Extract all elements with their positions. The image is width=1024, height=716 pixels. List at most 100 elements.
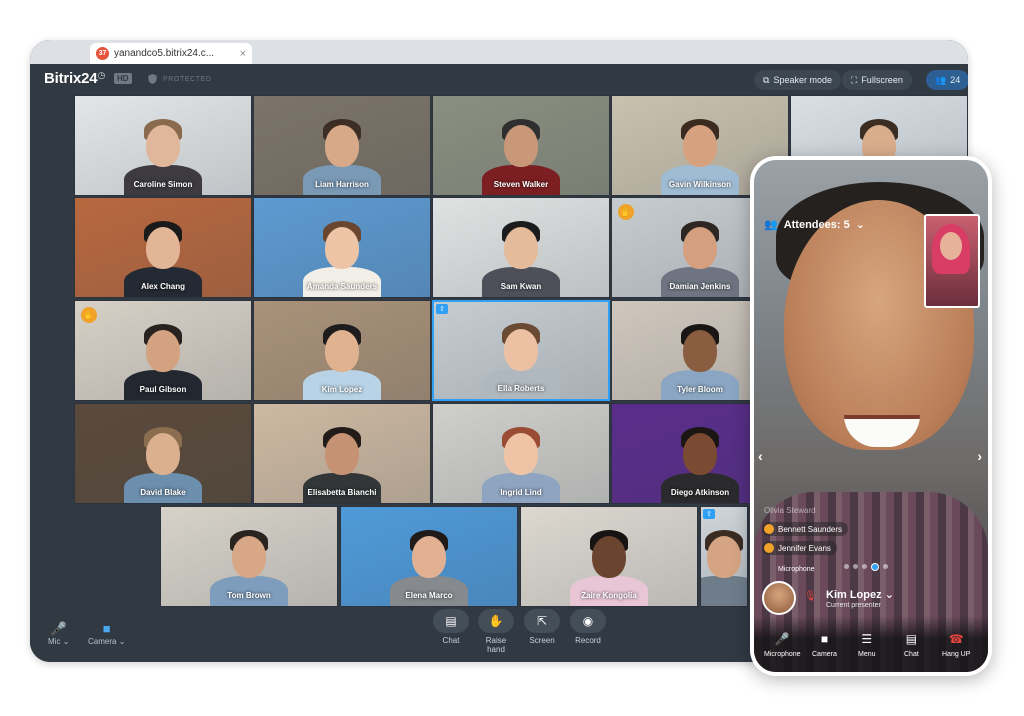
- phone-chat-button[interactable]: ▤ Chat: [904, 632, 919, 658]
- attendees-label: Attendees: 5: [783, 218, 850, 231]
- participant-tile[interactable]: Elisabetta Bianchi: [253, 403, 431, 504]
- chevron-down-icon[interactable]: ⌄: [119, 637, 126, 646]
- participant-face: [504, 125, 538, 167]
- participant-tile[interactable]: ⇧: [700, 506, 748, 607]
- participant-name: Tom Brown: [227, 591, 271, 600]
- speaker-icon: ⧉: [763, 74, 770, 85]
- raised-hand-icon: ✋: [618, 204, 634, 220]
- hang-up-button[interactable]: ☎ Hang UP: [942, 632, 970, 658]
- page-dot[interactable]: [853, 564, 858, 569]
- speaker-name: Jennifer Evans: [778, 543, 831, 553]
- participant-tile[interactable]: Elena Marco: [340, 506, 518, 607]
- participant-tile[interactable]: Paul Gibson ✋: [74, 300, 252, 401]
- page-dot[interactable]: [862, 564, 867, 569]
- participant-face: [504, 329, 538, 371]
- participant-face: [683, 227, 717, 269]
- browser-tab[interactable]: 37 yanandco5.bitrix24.c... ×: [90, 43, 252, 64]
- raise-hand-label: Raise hand: [485, 636, 507, 654]
- camera-control[interactable]: ■ Camera ⌄: [88, 621, 125, 646]
- participant-tile[interactable]: Zaire Kongolia: [520, 506, 698, 607]
- participant-face: [146, 227, 180, 269]
- menu-icon: ☰: [861, 632, 873, 646]
- phone-camera-button[interactable]: ■ Camera: [812, 632, 837, 658]
- chevron-down-icon: ⌄: [884, 588, 894, 601]
- microphone-icon: 🎤: [774, 632, 790, 646]
- hand-icon: [764, 543, 774, 553]
- participant-face: [683, 433, 717, 475]
- clock-icon: ◷: [97, 70, 106, 80]
- users-icon: 👥: [935, 74, 947, 85]
- participant-face: [504, 433, 538, 475]
- chevron-down-icon: ⌄: [855, 219, 865, 231]
- participant-tile[interactable]: Amanda Saunders: [253, 197, 431, 298]
- chevron-right-icon[interactable]: ›: [977, 448, 982, 464]
- participant-name: Liam Harrison: [315, 180, 369, 189]
- participant-name: Kim Lopez: [321, 385, 363, 394]
- chevron-left-icon[interactable]: ‹: [758, 448, 763, 464]
- participants-button[interactable]: 👥 24: [926, 70, 968, 90]
- speaker-mode-button[interactable]: ⧉ Speaker mode: [754, 70, 841, 90]
- participant-face: [146, 330, 180, 372]
- self-view[interactable]: [924, 214, 980, 308]
- participant-face: [683, 125, 717, 167]
- participant-tile[interactable]: Ella Roberts ⇧: [432, 300, 610, 401]
- participant-name: David Blake: [140, 488, 186, 497]
- hang-up-label: Hang UP: [942, 651, 971, 658]
- tab-title: yanandco5.bitrix24.c...: [114, 48, 215, 59]
- screen-share-button[interactable]: ⇱ Screen: [524, 609, 560, 645]
- participant-tile[interactable]: Sam Kwan: [432, 197, 610, 298]
- presenter-info[interactable]: 🎙 Kim Lopez ⌄ Current presenter: [762, 580, 982, 616]
- participant-face: [412, 536, 446, 578]
- phone-microphone-label: Microphone: [764, 651, 801, 658]
- participant-name: Elisabetta Bianchi: [307, 488, 377, 497]
- camera-label: Camera: [88, 637, 117, 646]
- participant-name: Zaire Kongolia: [581, 591, 637, 600]
- avatar: [762, 581, 796, 615]
- attendees-dropdown[interactable]: 👥 Attendees: 5 ⌄: [764, 218, 865, 232]
- hand-icon: ✋: [478, 609, 514, 633]
- phone-chat-label: Chat: [904, 651, 919, 658]
- hand-icon: [764, 524, 774, 534]
- chat-label: Chat: [442, 636, 460, 645]
- phone-microphone-button[interactable]: 🎤 Microphone: [764, 632, 801, 658]
- speaker-name: Olivia Steward: [764, 506, 816, 515]
- close-icon[interactable]: ×: [240, 48, 246, 60]
- chevron-down-icon[interactable]: ⌄: [63, 637, 70, 646]
- participant-tile[interactable]: Steven Walker: [432, 95, 610, 196]
- users-icon: 👥: [764, 219, 778, 231]
- participant-name: Amanda Saunders: [306, 282, 378, 291]
- speaker-item: Jennifer Evans: [762, 541, 837, 555]
- participant-tile[interactable]: Alex Chang: [74, 197, 252, 298]
- speaker-mode-label: Speaker mode: [773, 75, 832, 85]
- fullscreen-button[interactable]: ⛶ Fullscreen: [842, 70, 912, 90]
- participant-tile[interactable]: David Blake: [74, 403, 252, 504]
- camera-icon: ■: [820, 632, 829, 646]
- mic-control[interactable]: 🎤 Mic ⌄: [48, 621, 69, 646]
- pin-icon: ⇧: [436, 304, 448, 314]
- chat-button[interactable]: ▤ Chat: [433, 609, 469, 645]
- participant-tile[interactable]: Liam Harrison: [253, 95, 431, 196]
- pip-face: [940, 232, 962, 260]
- page-dot[interactable]: [883, 564, 888, 569]
- screen-label: Screen: [529, 636, 555, 645]
- protected-indicator: PROTECTED: [148, 74, 212, 84]
- microphone-hint: Microphone: [778, 566, 815, 573]
- participant-face: [683, 330, 717, 372]
- phone-menu-label: Menu: [858, 651, 876, 658]
- page-dot[interactable]: [844, 564, 849, 569]
- speaker-name: Bennett Saunders: [778, 524, 843, 534]
- participant-tile[interactable]: Ingrid Lind: [432, 403, 610, 504]
- hd-badge: HD: [114, 73, 132, 84]
- raise-hand-button[interactable]: ✋ Raise hand: [478, 609, 514, 654]
- record-button[interactable]: ◉ Record: [570, 609, 606, 645]
- page-dot-active[interactable]: [871, 563, 879, 571]
- participant-tile[interactable]: Caroline Simon: [74, 95, 252, 196]
- participant-face: [325, 227, 359, 269]
- mic-off-icon: 🎙: [804, 591, 817, 602]
- participant-tile[interactable]: Tom Brown: [160, 506, 338, 607]
- participant-tile[interactable]: Kim Lopez: [253, 300, 431, 401]
- raised-hand-icon: ✋: [81, 307, 97, 323]
- fullscreen-label: Fullscreen: [861, 75, 903, 85]
- participant-body: [701, 576, 747, 606]
- phone-menu-button[interactable]: ☰ Menu: [858, 632, 876, 658]
